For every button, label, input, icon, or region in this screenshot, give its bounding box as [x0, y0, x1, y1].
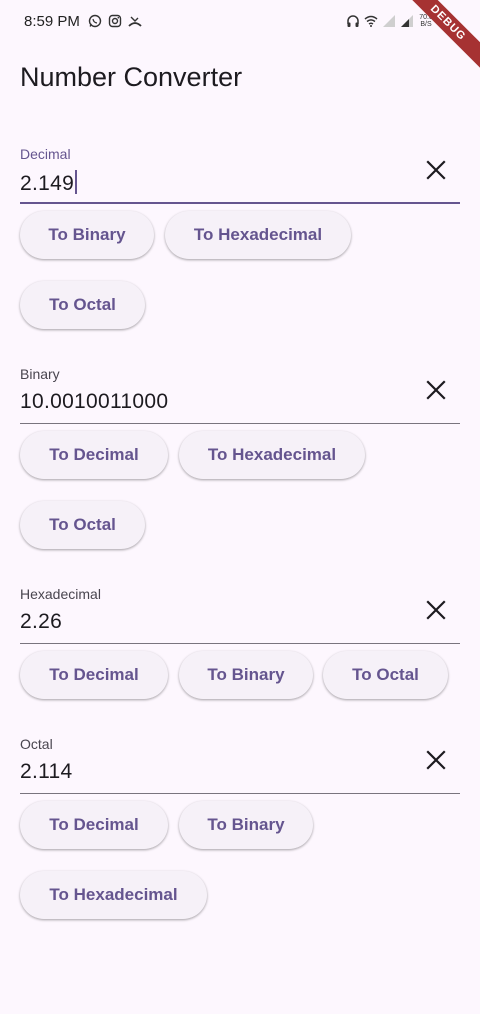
status-bar: 8:59 PM 70.0 B/S: [0, 0, 480, 44]
binary-to-octal-button[interactable]: To Octal: [20, 501, 145, 549]
decimal-field-label: Decimal: [20, 146, 71, 162]
hexadecimal-to-octal-button[interactable]: To Octal: [323, 651, 448, 699]
decimal-clear-icon[interactable]: [424, 158, 448, 182]
missed-call-icon: [128, 16, 142, 27]
binary-clear-icon[interactable]: [424, 378, 448, 402]
binary-field[interactable]: Binary 10.0010011000: [20, 366, 460, 424]
octal-field[interactable]: Octal 2.114: [20, 736, 460, 794]
headphones-icon: [347, 15, 359, 27]
octal-to-hexadecimal-button[interactable]: To Hexadecimal: [20, 871, 207, 919]
binary-field-label: Binary: [20, 366, 60, 382]
octal-to-binary-button[interactable]: To Binary: [179, 801, 313, 849]
decimal-field-value[interactable]: 2.149: [20, 170, 78, 196]
text-caret: [75, 170, 78, 194]
hexadecimal-field[interactable]: Hexadecimal 2.26: [20, 586, 460, 644]
signal-weak-icon: [383, 15, 395, 27]
octal-field-label: Octal: [20, 736, 53, 752]
octal-field-value[interactable]: 2.114: [20, 760, 73, 784]
binary-field-underline: [20, 423, 460, 424]
decimal-field-text: 2.149: [20, 172, 75, 195]
decimal-to-binary-button[interactable]: To Binary: [20, 211, 154, 259]
octal-to-decimal-button[interactable]: To Decimal: [20, 801, 168, 849]
decimal-field-underline: [20, 202, 460, 204]
decimal-to-hexadecimal-button[interactable]: To Hexadecimal: [165, 211, 351, 259]
hexadecimal-clear-icon[interactable]: [424, 598, 448, 622]
app-title: Number Converter: [20, 62, 243, 92]
hexadecimal-field-underline: [20, 643, 460, 644]
octal-clear-icon[interactable]: [424, 748, 448, 772]
hexadecimal-field-label: Hexadecimal: [20, 586, 101, 602]
whatsapp-icon: [88, 14, 102, 28]
decimal-to-octal-button[interactable]: To Octal: [20, 281, 145, 329]
notification-icons: [88, 14, 142, 28]
hexadecimal-field-value[interactable]: 2.26: [20, 610, 62, 634]
status-time: 8:59 PM: [24, 13, 80, 30]
hexadecimal-to-binary-button[interactable]: To Binary: [179, 651, 313, 699]
instagram-icon: [108, 14, 122, 28]
net-speed-unit: B/S: [420, 21, 432, 28]
binary-to-decimal-button[interactable]: To Decimal: [20, 431, 168, 479]
hexadecimal-to-decimal-button[interactable]: To Decimal: [20, 651, 168, 699]
binary-to-hexadecimal-button[interactable]: To Hexadecimal: [179, 431, 365, 479]
binary-field-value[interactable]: 10.0010011000: [20, 390, 168, 414]
wifi-icon: [364, 15, 378, 27]
octal-field-underline: [20, 793, 460, 794]
signal-icon: [401, 15, 413, 27]
decimal-field[interactable]: Decimal 2.149: [20, 146, 460, 204]
